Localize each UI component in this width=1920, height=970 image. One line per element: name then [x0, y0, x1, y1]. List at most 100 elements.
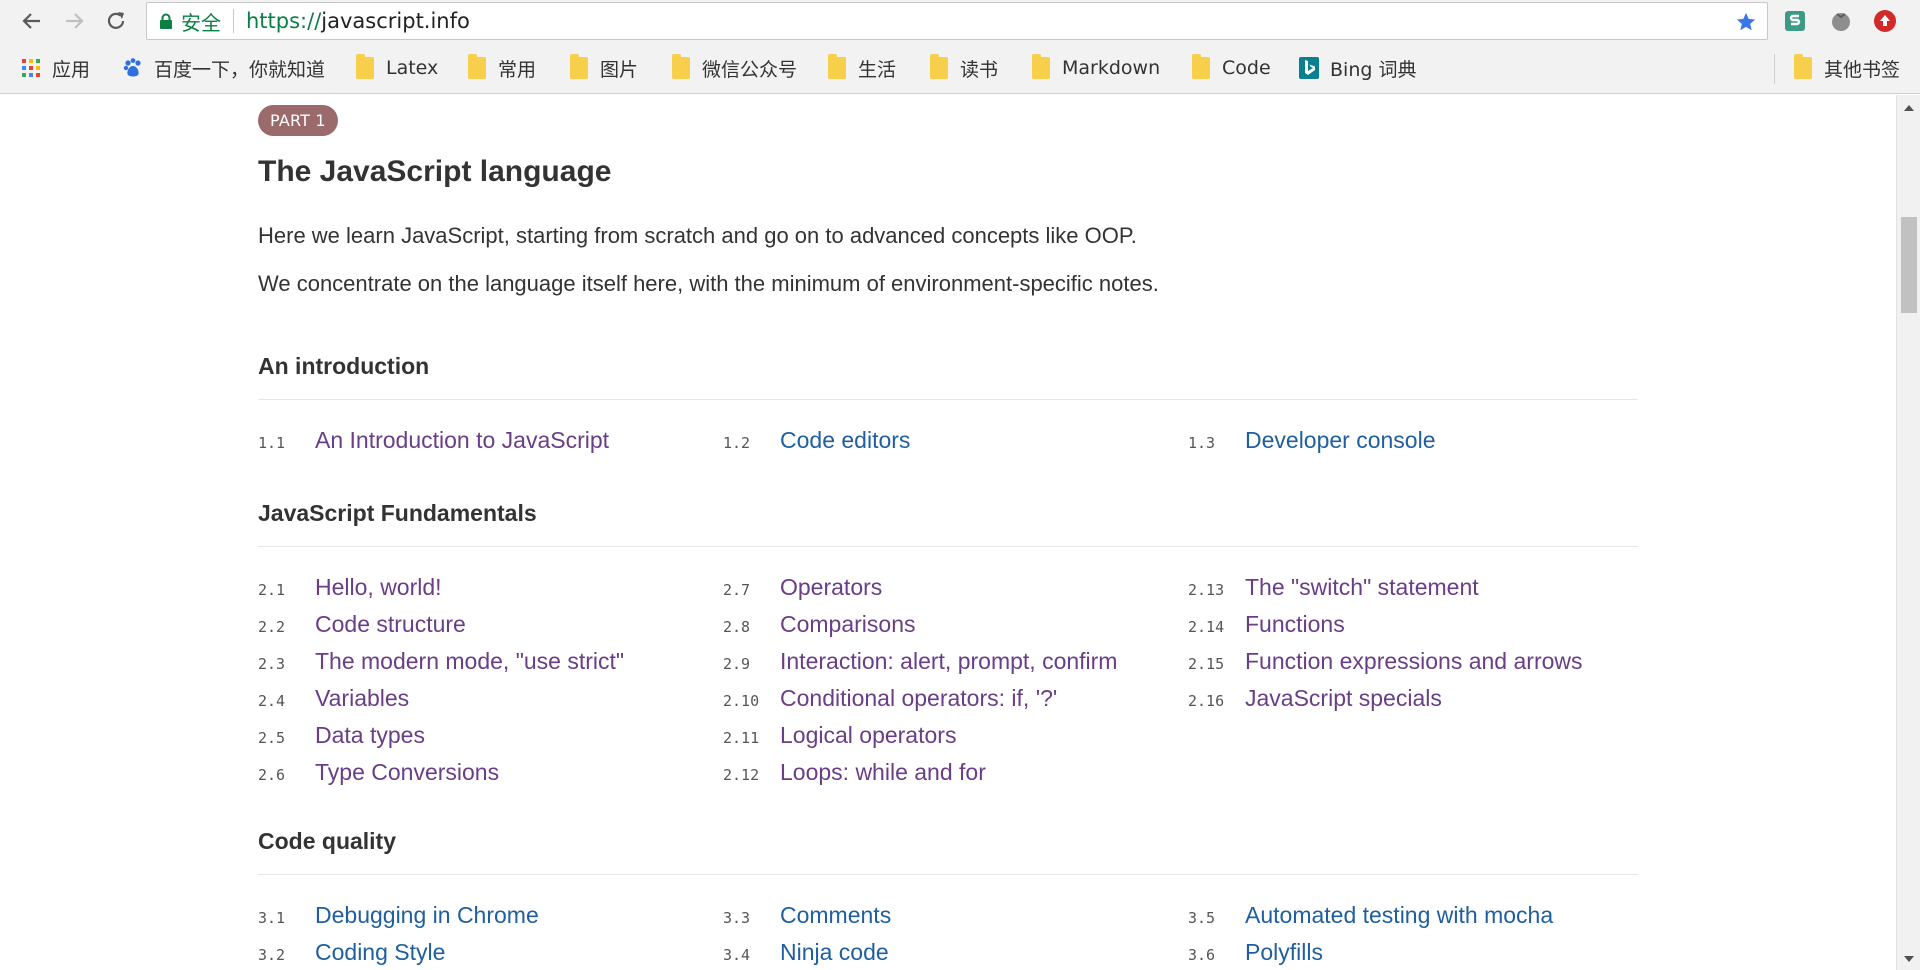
toc-item[interactable]: 2.2 Code structure — [258, 611, 466, 638]
toc-item[interactable]: 2.12 Loops: while and for — [723, 759, 986, 786]
toc-item[interactable]: 3.6 Polyfills — [1188, 939, 1323, 966]
scroll-down-arrow-icon[interactable] — [1904, 956, 1914, 962]
toc-link[interactable]: Hello, world! — [315, 574, 442, 601]
toc-item[interactable]: 3.3 Comments — [723, 902, 891, 929]
toc-item[interactable]: 2.14 Functions — [1188, 611, 1345, 638]
scroll-up-arrow-icon[interactable] — [1904, 105, 1914, 111]
toc-item[interactable]: 2.9 Interaction: alert, prompt, confirm — [723, 648, 1117, 675]
bookmarks-divider — [1774, 54, 1775, 84]
bookmark-shenghuo[interactable]: 生活 — [826, 54, 896, 82]
toc-link[interactable]: Loops: while and for — [780, 759, 986, 786]
toc-item[interactable]: 2.6 Type Conversions — [258, 759, 499, 786]
toc-item[interactable]: 2.8 Comparisons — [723, 611, 916, 638]
toc-item[interactable]: 1.3 Developer console — [1188, 427, 1436, 454]
bookmarks-bar: 应用 百度一下，你就知道 Latex 常用 图片 微信公众号 生活 读书 Mar… — [0, 42, 1920, 94]
toc-item[interactable]: 2.1 Hello, world! — [258, 574, 442, 601]
bookmark-baidu[interactable]: 百度一下，你就知道 — [122, 54, 325, 82]
toc-item[interactable]: 2.13 The "switch" statement — [1188, 574, 1479, 601]
folder-icon — [354, 54, 376, 79]
toc-number: 1.3 — [1188, 434, 1216, 452]
scrollbar-thumb[interactable] — [1901, 217, 1917, 313]
toc-link[interactable]: Interaction: alert, prompt, confirm — [780, 648, 1117, 675]
section-title: Code quality — [258, 828, 397, 854]
toc-link[interactable]: Comparisons — [780, 611, 916, 638]
bing-icon — [1298, 57, 1320, 79]
toc-item[interactable]: 2.15 Function expressions and arrows — [1188, 648, 1583, 675]
address-bar[interactable]: 安全 https://javascript.info — [146, 2, 1768, 40]
toc-link[interactable]: Polyfills — [1245, 939, 1323, 966]
toc-number: 3.2 — [258, 946, 286, 964]
bookmark-code[interactable]: Code — [1190, 54, 1271, 82]
toc-item[interactable]: 2.16 JavaScript specials — [1188, 685, 1442, 712]
back-button[interactable] — [16, 5, 48, 37]
bookmark-markdown[interactable]: Markdown — [1030, 54, 1160, 82]
toc-number: 3.6 — [1188, 946, 1216, 964]
toc-link[interactable]: Operators — [780, 574, 882, 601]
stylish-extension-icon[interactable] — [1782, 8, 1808, 34]
reload-icon — [107, 12, 125, 29]
bookmark-label: Markdown — [1062, 57, 1161, 79]
toc-link[interactable]: Coding Style — [315, 939, 445, 966]
bookmark-label: 应用 — [52, 58, 91, 81]
lock-icon — [157, 12, 175, 30]
toc-number: 1.2 — [723, 434, 751, 452]
toc-number: 3.3 — [723, 909, 751, 927]
folder-icon — [928, 54, 950, 79]
url-scheme: https:// — [246, 9, 322, 33]
toc-link[interactable]: Comments — [780, 902, 891, 929]
bookmark-latex[interactable]: Latex — [354, 54, 438, 82]
folder-icon — [1792, 54, 1814, 79]
bookmark-other[interactable]: 其他书签 — [1792, 54, 1900, 82]
toc-link[interactable]: The modern mode, "use strict" — [315, 648, 624, 675]
url-text[interactable]: https://javascript.info — [246, 9, 470, 33]
bookmark-label: 常用 — [498, 58, 537, 81]
toc-item[interactable]: 3.1 Debugging in Chrome — [258, 902, 539, 929]
forward-button[interactable] — [58, 5, 90, 37]
toc-link[interactable]: An Introduction to JavaScript — [315, 427, 609, 454]
toc-item[interactable]: 3.5 Automated testing with mocha — [1188, 902, 1553, 929]
toc-link[interactable]: Conditional operators: if, '?' — [780, 685, 1057, 712]
folder-icon — [1030, 54, 1052, 79]
bookmark-weixin[interactable]: 微信公众号 — [670, 54, 797, 82]
toc-link[interactable]: Ninja code — [780, 939, 889, 966]
toc-item[interactable]: 3.2 Coding Style — [258, 939, 445, 966]
toc-link[interactable]: Debugging in Chrome — [315, 902, 539, 929]
vertical-scrollbar[interactable] — [1896, 95, 1920, 970]
toc-link[interactable]: Code editors — [780, 427, 910, 454]
toc-number: 2.16 — [1188, 692, 1225, 710]
toc-item[interactable]: 2.5 Data types — [258, 722, 425, 749]
toc-link[interactable]: Code structure — [315, 611, 466, 638]
bookmark-tupian[interactable]: 图片 — [568, 54, 638, 82]
upload-extension-icon[interactable] — [1872, 8, 1898, 34]
bookmark-bing[interactable]: Bing 词典 — [1298, 54, 1416, 82]
bookmark-changyong[interactable]: 常用 — [466, 54, 536, 82]
toc-link[interactable]: Logical operators — [780, 722, 956, 749]
toc-item[interactable]: 2.10 Conditional operators: if, '?' — [723, 685, 1057, 712]
toc-link[interactable]: The "switch" statement — [1245, 574, 1479, 601]
toc-link[interactable]: Function expressions and arrows — [1245, 648, 1583, 675]
toc-item[interactable]: 2.4 Variables — [258, 685, 409, 712]
toc-item[interactable]: 1.1 An Introduction to JavaScript — [258, 427, 609, 454]
toc-link[interactable]: JavaScript specials — [1245, 685, 1442, 712]
bookmark-label: 图片 — [600, 58, 639, 81]
toc-link[interactable]: Variables — [315, 685, 409, 712]
toc-item[interactable]: 2.3 The modern mode, "use strict" — [258, 648, 624, 675]
toc-link[interactable]: Developer console — [1245, 427, 1436, 454]
section-title: JavaScript Fundamentals — [258, 500, 537, 526]
toc-link[interactable]: Type Conversions — [315, 759, 499, 786]
page-content: PART 1 The JavaScript language Here we l… — [0, 95, 1896, 970]
toc-item[interactable]: 2.7 Operators — [723, 574, 882, 601]
section-divider — [258, 399, 1638, 400]
toc-item[interactable]: 2.11 Logical operators — [723, 722, 956, 749]
bookmark-apps[interactable]: 应用 — [20, 54, 90, 82]
bookmark-star-icon[interactable] — [1735, 11, 1757, 33]
bookmark-dushu[interactable]: 读书 — [928, 54, 998, 82]
reload-button[interactable] — [100, 5, 132, 37]
toc-link[interactable]: Functions — [1245, 611, 1345, 638]
url-host: javascript.info — [321, 9, 470, 33]
toc-item[interactable]: 3.4 Ninja code — [723, 939, 889, 966]
toc-item[interactable]: 1.2 Code editors — [723, 427, 910, 454]
toc-link[interactable]: Data types — [315, 722, 425, 749]
tomato-extension-icon[interactable] — [1828, 8, 1854, 34]
toc-link[interactable]: Automated testing with mocha — [1245, 902, 1553, 929]
